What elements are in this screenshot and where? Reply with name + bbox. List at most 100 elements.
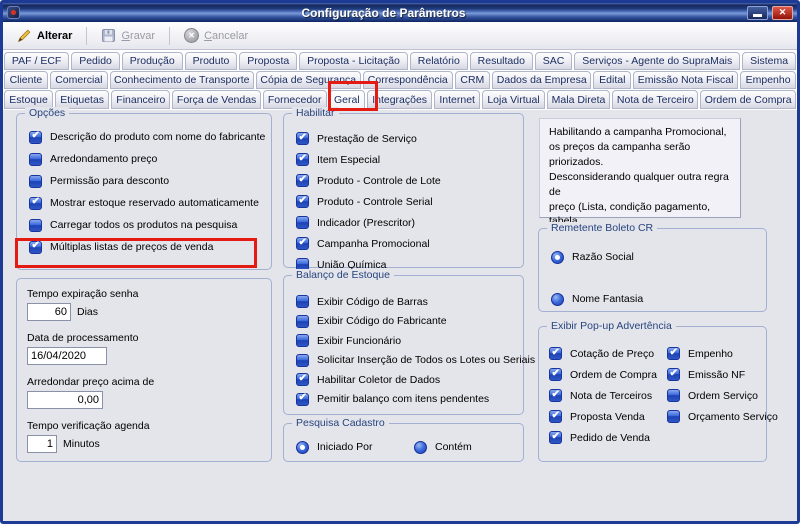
popup-pedido-venda[interactable]: Pedido de Venda: [539, 427, 657, 448]
checkbox-label: Exibir Código do Fabricante: [317, 315, 447, 327]
balanco-habilitar-coletor-dados[interactable]: Habilitar Coletor de Dados: [284, 370, 523, 390]
checkbox-icon[interactable]: [29, 153, 42, 166]
checkbox-icon[interactable]: [296, 373, 309, 386]
option-permissao-desconto[interactable]: Permissão para desconto: [17, 170, 271, 192]
radio-contem[interactable]: Contém: [402, 437, 472, 457]
tab-relatorio[interactable]: Relatório: [410, 52, 468, 70]
habilitar-campanha-promocional[interactable]: Campanha Promocional: [284, 233, 523, 254]
tab-produto[interactable]: Produto: [185, 52, 238, 70]
checkbox-icon[interactable]: [296, 132, 309, 145]
tempo-verificacao-agenda-input[interactable]: [27, 435, 57, 453]
radio-nome-fantasia[interactable]: Nome Fantasia: [539, 278, 766, 320]
checkbox-icon[interactable]: [549, 389, 562, 402]
tab-crm[interactable]: CRM: [455, 71, 490, 89]
tab-paf-ecf[interactable]: PAF / ECF: [4, 52, 69, 70]
radio-icon[interactable]: [551, 293, 564, 306]
tab-cliente[interactable]: Cliente: [4, 71, 48, 89]
checkbox-icon[interactable]: [667, 410, 680, 423]
balanco-exibir-codigo-fabricante[interactable]: Exibir Código do Fabricante: [284, 312, 523, 332]
tempo-expiracao-senha-input[interactable]: [27, 303, 71, 321]
checkbox-icon[interactable]: [549, 410, 562, 423]
tab-servicos-agente-do-supramais[interactable]: Serviços - Agente do SupraMais: [574, 52, 740, 70]
tab-nota-de-terceiro[interactable]: Nota de Terceiro: [612, 90, 698, 109]
popup-empenho[interactable]: Empenho: [657, 343, 778, 364]
radio-icon[interactable]: [551, 251, 564, 264]
checkbox-icon[interactable]: [549, 431, 562, 444]
option-carregar-todos-produtos[interactable]: Carregar todos os produtos na pesquisa: [17, 214, 271, 236]
balanco-exibir-codigo-barras[interactable]: Exibir Código de Barras: [284, 292, 523, 312]
popup-ordem-compra[interactable]: Ordem de Compra: [539, 364, 657, 385]
tab-dados-da-empresa[interactable]: Dados da Empresa: [492, 71, 592, 89]
tab-proposta-licitacao[interactable]: Proposta - Licitação: [299, 52, 408, 70]
tab-loja-virtual[interactable]: Loja Virtual: [482, 90, 544, 109]
tab-mala-direta[interactable]: Mala Direta: [547, 90, 611, 109]
tab-proposta[interactable]: Proposta: [239, 52, 297, 70]
alterar-button[interactable]: Alterar: [9, 26, 80, 45]
balanco-solicitar-insercao-lotes[interactable]: Solicitar Inserção de Todos os Lotes ou …: [284, 351, 523, 371]
habilitar-item-especial[interactable]: Item Especial: [284, 149, 523, 170]
tab-sistema[interactable]: Sistema: [742, 52, 796, 70]
option-mostrar-estoque-reservado[interactable]: Mostrar estoque reservado automaticament…: [17, 192, 271, 214]
checkbox-icon[interactable]: [296, 393, 309, 406]
balanco-exibir-funcionario[interactable]: Exibir Funcionário: [284, 331, 523, 351]
checkbox-icon[interactable]: [296, 315, 309, 328]
popup-orcamento-servico[interactable]: Orçamento Serviço: [657, 406, 778, 427]
checkbox-label: Emissão NF: [688, 369, 745, 381]
tab-producao[interactable]: Produção: [122, 52, 183, 70]
cancelar-button[interactable]: ✕ Cancelar: [176, 26, 256, 45]
popup-nota-terceiros[interactable]: Nota de Terceiros: [539, 385, 657, 406]
tab-forca-de-vendas[interactable]: Força de Vendas: [172, 90, 260, 109]
checkbox-icon[interactable]: [29, 175, 42, 188]
checkbox-icon[interactable]: [667, 347, 680, 360]
popup-ordem-servico[interactable]: Ordem Serviço: [657, 385, 778, 406]
habilitar-produto-controle-lote[interactable]: Produto - Controle de Lote: [284, 170, 523, 191]
checkbox-icon[interactable]: [296, 174, 309, 187]
option-arredondamento-preco[interactable]: Arredondamento preço: [17, 148, 271, 170]
popup-cotacao-preco[interactable]: Cotação de Preço: [539, 343, 657, 364]
checkbox-icon[interactable]: [549, 347, 562, 360]
popup-emissao-nf[interactable]: Emissão NF: [657, 364, 778, 385]
arredondar-preco-input[interactable]: [27, 391, 103, 409]
tab-edital[interactable]: Edital: [593, 71, 631, 89]
balanco-permitir-itens-pendentes[interactable]: Pemitir balanço com itens pendentes: [284, 390, 523, 410]
tab-financeiro[interactable]: Financeiro: [111, 90, 170, 109]
cancelar-label-rest: ancelar: [212, 30, 248, 42]
close-button[interactable]: ✕: [772, 6, 793, 20]
radio-icon[interactable]: [296, 441, 309, 454]
checkbox-icon[interactable]: [296, 354, 309, 367]
radio-icon[interactable]: [414, 441, 427, 454]
radio-iniciado-por[interactable]: Iniciado Por: [284, 437, 402, 457]
tab-internet[interactable]: Internet: [434, 90, 480, 109]
tab-ordem-de-compra[interactable]: Ordem de Compra: [700, 90, 796, 109]
checkbox-icon[interactable]: [549, 368, 562, 381]
checkbox-icon[interactable]: [296, 195, 309, 208]
checkbox-icon[interactable]: [296, 334, 309, 347]
data-processamento-input[interactable]: [27, 347, 107, 365]
tab-emissao-nota-fiscal[interactable]: Emissão Nota Fiscal: [633, 71, 738, 89]
option-descricao-produto-fabricante[interactable]: Descrição do produto com nome do fabrica…: [17, 126, 271, 148]
tempos-groupbox: Tempo expiração senha Dias Data de proce…: [16, 278, 272, 462]
checkbox-icon[interactable]: [296, 237, 309, 250]
checkbox-icon[interactable]: [296, 295, 309, 308]
checkbox-icon[interactable]: [296, 216, 309, 229]
tab-sac[interactable]: SAC: [535, 52, 572, 70]
popup-proposta-venda[interactable]: Proposta Venda: [539, 406, 657, 427]
minimize-button[interactable]: [747, 6, 768, 20]
checkbox-icon[interactable]: [667, 368, 680, 381]
tab-conhecimento-de-transporte[interactable]: Conhecimento de Transporte: [110, 71, 254, 89]
minimize-icon: [753, 14, 762, 17]
habilitar-prestacao-servico[interactable]: Prestação de Serviço: [284, 128, 523, 149]
tab-resultado[interactable]: Resultado: [470, 52, 533, 70]
habilitar-produto-controle-serial[interactable]: Produto - Controle Serial: [284, 191, 523, 212]
habilitar-indicador-prescritor[interactable]: Indicador (Prescritor): [284, 212, 523, 233]
tab-empenho[interactable]: Empenho: [740, 71, 796, 89]
checkbox-icon[interactable]: [296, 153, 309, 166]
gravar-button[interactable]: Gravar: [93, 26, 163, 45]
checkbox-icon[interactable]: [29, 131, 42, 144]
checkbox-icon[interactable]: [29, 197, 42, 210]
checkbox-icon[interactable]: [29, 219, 42, 232]
checkbox-icon[interactable]: [667, 389, 680, 402]
radio-razao-social[interactable]: Razão Social: [539, 236, 766, 278]
tab-comercial[interactable]: Comercial: [50, 71, 108, 89]
tab-pedido[interactable]: Pedido: [71, 52, 120, 70]
